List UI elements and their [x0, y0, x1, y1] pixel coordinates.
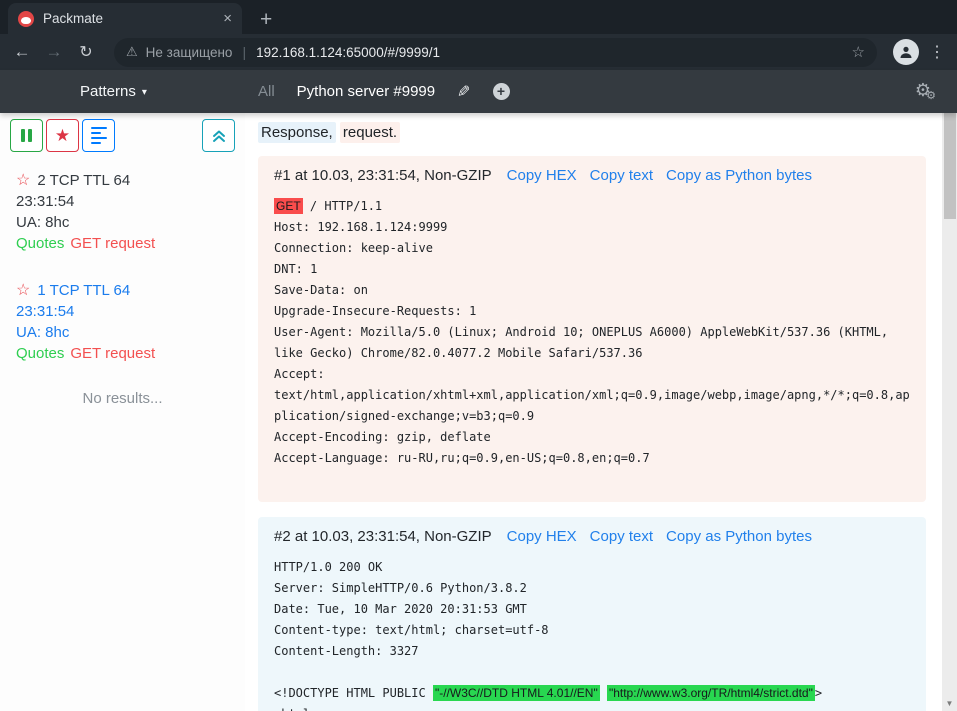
app-header: Patterns ▾ All Python server #9999 ✎ + ⚙… [0, 70, 957, 113]
favorite-star-icon[interactable]: ☆ [16, 282, 30, 299]
browser-menu-icon[interactable]: ⋮ [929, 42, 945, 62]
edit-pattern-icon[interactable]: ✎ [457, 82, 470, 102]
stream-useragent: UA: 8hc [16, 212, 245, 233]
browser-tab[interactable]: Packmate × [8, 3, 242, 34]
tab-python-server[interactable]: Python server #9999 [297, 83, 435, 100]
packet-header: #1 at 10.03, 23:31:54, Non-GZIP [274, 167, 492, 184]
stream-title: 2 TCP TTL 64 [37, 172, 130, 189]
stream-tags: Quotes GET request [16, 343, 245, 364]
pattern-chip-response: Response, [258, 122, 336, 143]
pause-capture-button[interactable] [10, 119, 43, 152]
packet-card-request: #1 at 10.03, 23:31:54, Non-GZIP Copy HEX C… [258, 156, 926, 502]
stream-title: 1 TCP TTL 64 [37, 282, 130, 299]
page-scrollbar[interactable]: ▲ ▼ [942, 70, 957, 711]
stream-tag: GET request [70, 235, 155, 252]
url-text[interactable]: 192.168.1.124:65000/#/9999/1 [256, 45, 843, 60]
stream-item[interactable]: ☆ 1 TCP TTL 64 23:31:54UA: 8hc Quotes GET re… [16, 280, 245, 364]
stream-useragent: UA: 8hc [16, 322, 245, 343]
chevron-down-icon: ▾ [142, 87, 147, 98]
pattern-chip-request: request. [340, 122, 400, 143]
add-pattern-icon[interactable]: + [493, 83, 510, 100]
packet-header: #2 at 10.03, 23:31:54, Non-GZIP [274, 528, 492, 545]
patterns-dropdown[interactable]: Patterns ▾ [80, 70, 147, 113]
new-tab-button[interactable]: + [260, 9, 272, 30]
settings-gears-icon[interactable]: ⚙ ⚙ [915, 80, 931, 101]
copy-link-copy-text[interactable]: Copy text [590, 528, 653, 545]
profile-avatar[interactable] [893, 39, 919, 65]
stream-sidebar: ★ ☆2 TCP TTL 6423:31:54UA: 8hcQuotesGET … [0, 113, 245, 711]
packet-view: Response, request. #1 at 10.03, 23:31:54… [245, 113, 942, 711]
packet-body: HTTP/1.0 200 OKServer: SimpleHTTP/0.6 Py… [274, 557, 910, 711]
stream-time: 23:31:54 [16, 301, 245, 322]
pattern-filter-line: Response, request. [258, 124, 942, 141]
pause-icon [21, 129, 32, 142]
packet-card-response: #2 at 10.03, 23:31:54, Non-GZIP Copy HEX C… [258, 517, 926, 711]
stream-time: 23:31:54 [16, 191, 245, 212]
stream-list-button[interactable] [82, 119, 115, 152]
stream-list: ☆2 TCP TTL 6423:31:54UA: 8hcQuotesGET re… [0, 152, 245, 364]
list-lines-icon [91, 124, 107, 147]
favorite-star-icon[interactable]: ☆ [16, 172, 30, 189]
scroll-to-top-button[interactable] [202, 119, 235, 152]
stream-item[interactable]: ☆ 2 TCP TTL 64 23:31:54UA: 8hc Quotes GET re… [16, 170, 245, 254]
tab-close-icon[interactable]: × [223, 11, 232, 26]
pattern-match-red: GET [274, 198, 303, 214]
browser-tab-strip: Packmate × + [0, 0, 957, 34]
star-icon: ★ [55, 126, 70, 146]
double-chevron-up-icon [211, 128, 227, 144]
person-icon [899, 45, 913, 59]
browser-toolbar: ← → ↻ ⚠ Не защищено | 192.168.1.124:6500… [0, 34, 957, 70]
bookmark-star-icon[interactable]: ☆ [852, 43, 865, 61]
copy-link-copy-text[interactable]: Copy text [590, 167, 653, 184]
favorites-filter-button[interactable]: ★ [46, 119, 79, 152]
omnibox-separator: | [242, 44, 246, 60]
stream-tag: GET request [70, 345, 155, 362]
back-icon[interactable]: ← [6, 42, 38, 62]
copy-link-copy-hex[interactable]: Copy HEX [507, 528, 577, 545]
stream-tag: Quotes [16, 235, 64, 252]
security-warning-text[interactable]: Не защищено [146, 45, 233, 60]
security-warning-icon[interactable]: ⚠ [126, 44, 138, 60]
address-bar[interactable]: ⚠ Не защищено | 192.168.1.124:65000/#/99… [114, 38, 877, 67]
patterns-label: Patterns [80, 83, 136, 100]
pattern-match-green: "-//W3C//DTD HTML 4.01//EN" [433, 685, 600, 701]
packet-body: GET / HTTP/1.1Host: 192.168.1.124:9999Co… [274, 196, 910, 490]
copy-link-copy-as-python-bytes[interactable]: Copy as Python bytes [666, 528, 812, 545]
stream-tags: Quotes GET request [16, 233, 245, 254]
tab-all[interactable]: All [258, 83, 275, 100]
no-results-text: No results... [0, 390, 245, 407]
copy-link-copy-hex[interactable]: Copy HEX [507, 167, 577, 184]
stream-tag: Quotes [16, 345, 64, 362]
scroll-down-arrow-icon[interactable]: ▼ [942, 696, 957, 711]
copy-link-copy-as-python-bytes[interactable]: Copy as Python bytes [666, 167, 812, 184]
pattern-match-green: "http://www.w3.org/TR/html4/strict.dtd" [607, 685, 815, 701]
reload-icon[interactable]: ↻ [70, 42, 102, 62]
tab-title: Packmate [43, 11, 214, 26]
packmate-favicon [18, 11, 34, 27]
forward-icon: → [38, 42, 70, 62]
